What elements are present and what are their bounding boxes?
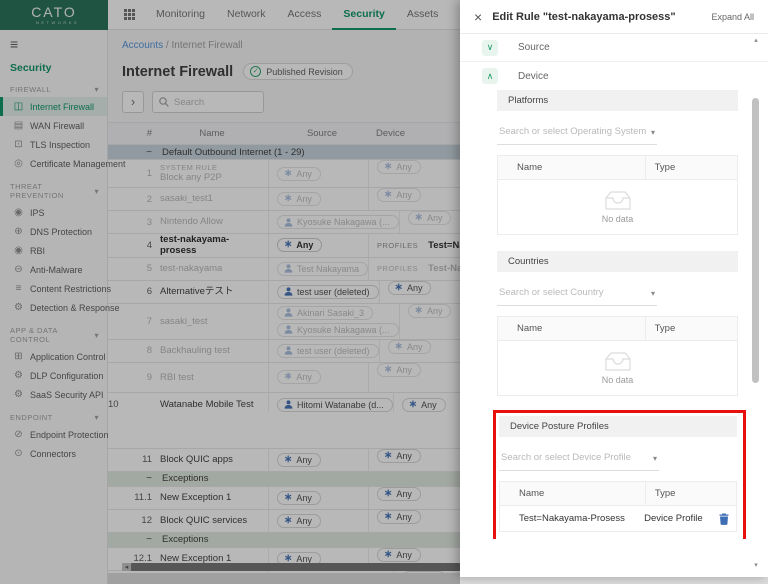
- operating-system-select[interactable]: Search or select Operating System ▾: [497, 126, 657, 145]
- scrollbar-thumb[interactable]: [752, 98, 759, 383]
- empty-state: No data: [498, 180, 737, 234]
- country-select[interactable]: Search or select Country ▾: [497, 287, 657, 306]
- caret-down-icon: ▾: [652, 454, 657, 463]
- panel-body: ∨ Source ∧ Device Platforms Search or se…: [460, 34, 768, 539]
- no-data-label: No data: [601, 375, 634, 385]
- device-posture-table: Name Type Test=Nakayama-Prosess Device Pr…: [499, 481, 737, 532]
- highlight-red-box: Device Posture Profiles Search or select…: [493, 410, 746, 539]
- platforms-header: Platforms: [497, 90, 738, 111]
- no-data-label: No data: [601, 214, 634, 224]
- profile-type: Device Profile: [644, 513, 703, 524]
- caret-down-icon: ▾: [650, 128, 655, 137]
- empty-box-icon: [604, 352, 631, 371]
- platforms-block: Platforms Search or select Operating Sys…: [497, 90, 738, 235]
- panel-scrollbar[interactable]: ▴ ▾: [752, 37, 760, 569]
- section-label: Source: [518, 42, 550, 53]
- countries-block: Countries Search or select Country ▾ Name…: [497, 251, 738, 396]
- profile-row: Test=Nakayama-Prosess Device Profile: [500, 506, 736, 531]
- countries-table: Name Type No data: [497, 316, 738, 396]
- select-placeholder: Search or select Operating System: [499, 126, 647, 137]
- expand-all-link[interactable]: Expand All: [711, 12, 754, 22]
- select-placeholder: Search or select Device Profile: [501, 452, 631, 463]
- empty-state: No data: [498, 341, 737, 395]
- device-posture-block: Device Posture Profiles Search or select…: [499, 416, 737, 532]
- app-root: CATO NETWORKS Monitoring Network Access …: [0, 0, 768, 584]
- section-source[interactable]: ∨ Source: [460, 34, 768, 62]
- col-type: Type: [644, 482, 736, 505]
- section-label: Device: [518, 70, 549, 82]
- caret-down-icon: ▾: [650, 289, 655, 298]
- section-device[interactable]: ∧ Device: [460, 62, 768, 90]
- col-type: Type: [644, 317, 737, 340]
- select-placeholder: Search or select Country: [499, 287, 604, 298]
- col-type: Type: [644, 156, 737, 179]
- device-posture-header: Device Posture Profiles: [499, 416, 737, 437]
- chevron-up-icon[interactable]: ∧: [482, 68, 498, 84]
- panel-title: Edit Rule "test-nakayama-prosess": [492, 10, 676, 23]
- device-profile-select[interactable]: Search or select Device Profile ▾: [499, 452, 659, 471]
- modal-dim-overlay: [0, 0, 460, 584]
- close-icon[interactable]: ×: [474, 9, 482, 25]
- countries-header: Countries: [497, 251, 738, 272]
- chevron-down-icon[interactable]: ∨: [482, 39, 498, 56]
- scroll-down-icon[interactable]: ▾: [752, 561, 760, 569]
- profile-name: Test=Nakayama-Prosess: [519, 513, 625, 524]
- edit-rule-panel: × Edit Rule "test-nakayama-prosess" Expa…: [460, 0, 768, 577]
- col-name: Name: [519, 488, 545, 499]
- col-name: Name: [517, 162, 543, 173]
- empty-box-icon: [604, 191, 631, 210]
- panel-header: × Edit Rule "test-nakayama-prosess" Expa…: [460, 0, 768, 34]
- platforms-table: Name Type No data: [497, 155, 738, 235]
- scroll-up-icon[interactable]: ▴: [752, 36, 760, 44]
- col-name: Name: [517, 323, 543, 334]
- trash-icon[interactable]: [719, 513, 729, 525]
